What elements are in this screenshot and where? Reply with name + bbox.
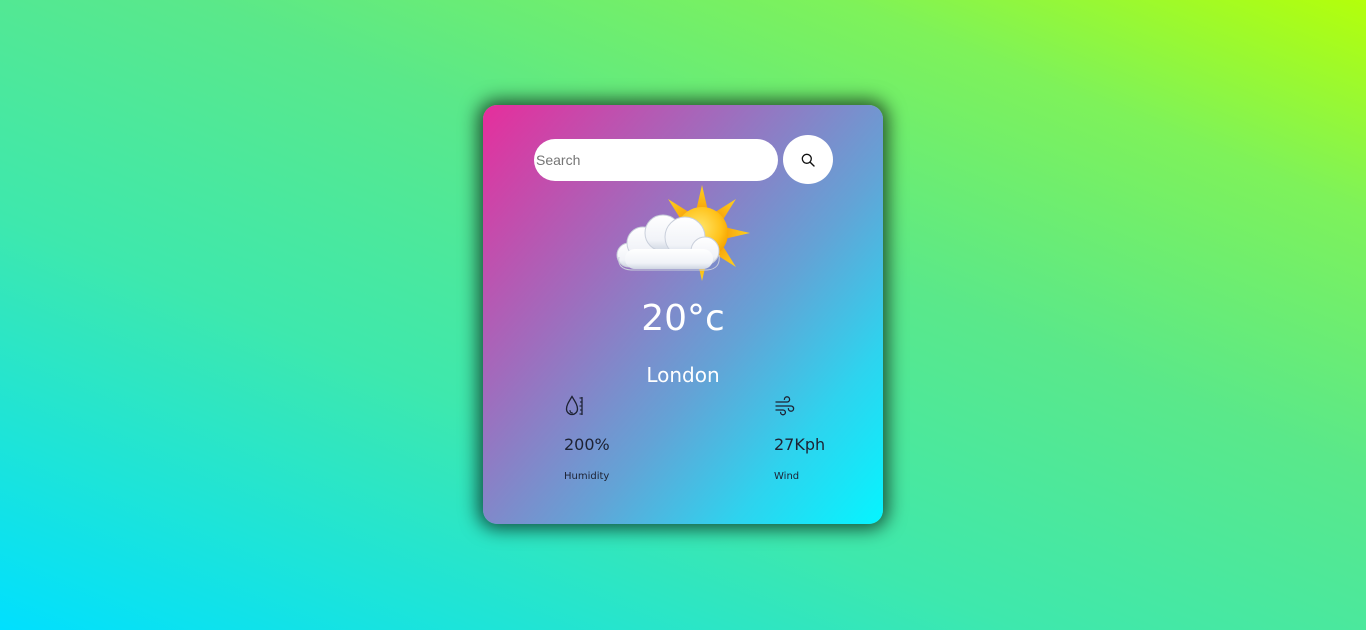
search-bar [534, 135, 834, 185]
search-button[interactable] [783, 135, 833, 184]
search-icon [801, 153, 815, 167]
search-input[interactable] [534, 139, 778, 181]
humidity-value: 200% [564, 435, 610, 454]
weather-card: 20°c London 200% Humidity 27Kph Wind [483, 105, 883, 524]
city-name: London [646, 363, 720, 387]
wind-stat: 27Kph Wind [774, 395, 884, 482]
humidity-icon [565, 395, 583, 416]
wind-value: 27Kph [774, 435, 826, 454]
humidity-stat: 200% Humidity [564, 395, 674, 482]
humidity-label: Humidity [564, 471, 610, 482]
wind-icon [775, 396, 795, 416]
wind-label: Wind [774, 471, 800, 482]
partly-cloudy-icon [616, 185, 750, 281]
temperature: 20°c [641, 298, 725, 339]
